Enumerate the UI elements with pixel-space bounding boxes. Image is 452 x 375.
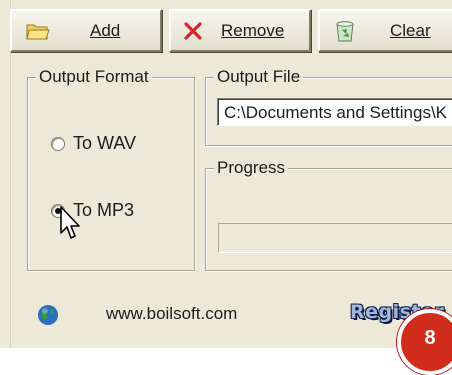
step-badge: 8 (397, 309, 452, 375)
progress-bar (218, 223, 452, 253)
remove-button-label: Remove (221, 20, 285, 40)
progress-group: Progress (205, 157, 452, 271)
step-badge-number: 8 (424, 327, 436, 349)
clear-button-label: Clear (390, 20, 431, 40)
remove-x-icon (183, 21, 203, 41)
recycle-bin-icon (334, 19, 356, 43)
add-button-label: Add (90, 20, 121, 40)
folder-icon (26, 21, 50, 41)
remove-button[interactable]: Remove (169, 9, 311, 52)
globe-icon (37, 304, 59, 326)
output-file-legend: Output File (214, 66, 304, 88)
radio-to-wav-circle[interactable] (51, 136, 65, 151)
radio-to-wav[interactable]: To WAV (51, 133, 136, 154)
radio-to-wav-label[interactable]: To WAV (73, 133, 136, 154)
add-button[interactable]: Add (10, 9, 162, 52)
output-file-input[interactable]: C:\Documents and Settings\K (217, 98, 452, 126)
mouse-cursor-icon (60, 206, 84, 242)
output-format-legend: Output Format (36, 66, 152, 88)
output-format-group: Output Format To WAV To MP3 (27, 66, 195, 271)
app-window: Add Remove Clear Output Format To WAV To… (0, 0, 452, 348)
progress-legend: Progress (214, 157, 289, 179)
website-link[interactable]: www.boilsoft.com (106, 304, 237, 324)
clear-button[interactable]: Clear (318, 9, 452, 52)
window-left-edge (0, 0, 11, 348)
